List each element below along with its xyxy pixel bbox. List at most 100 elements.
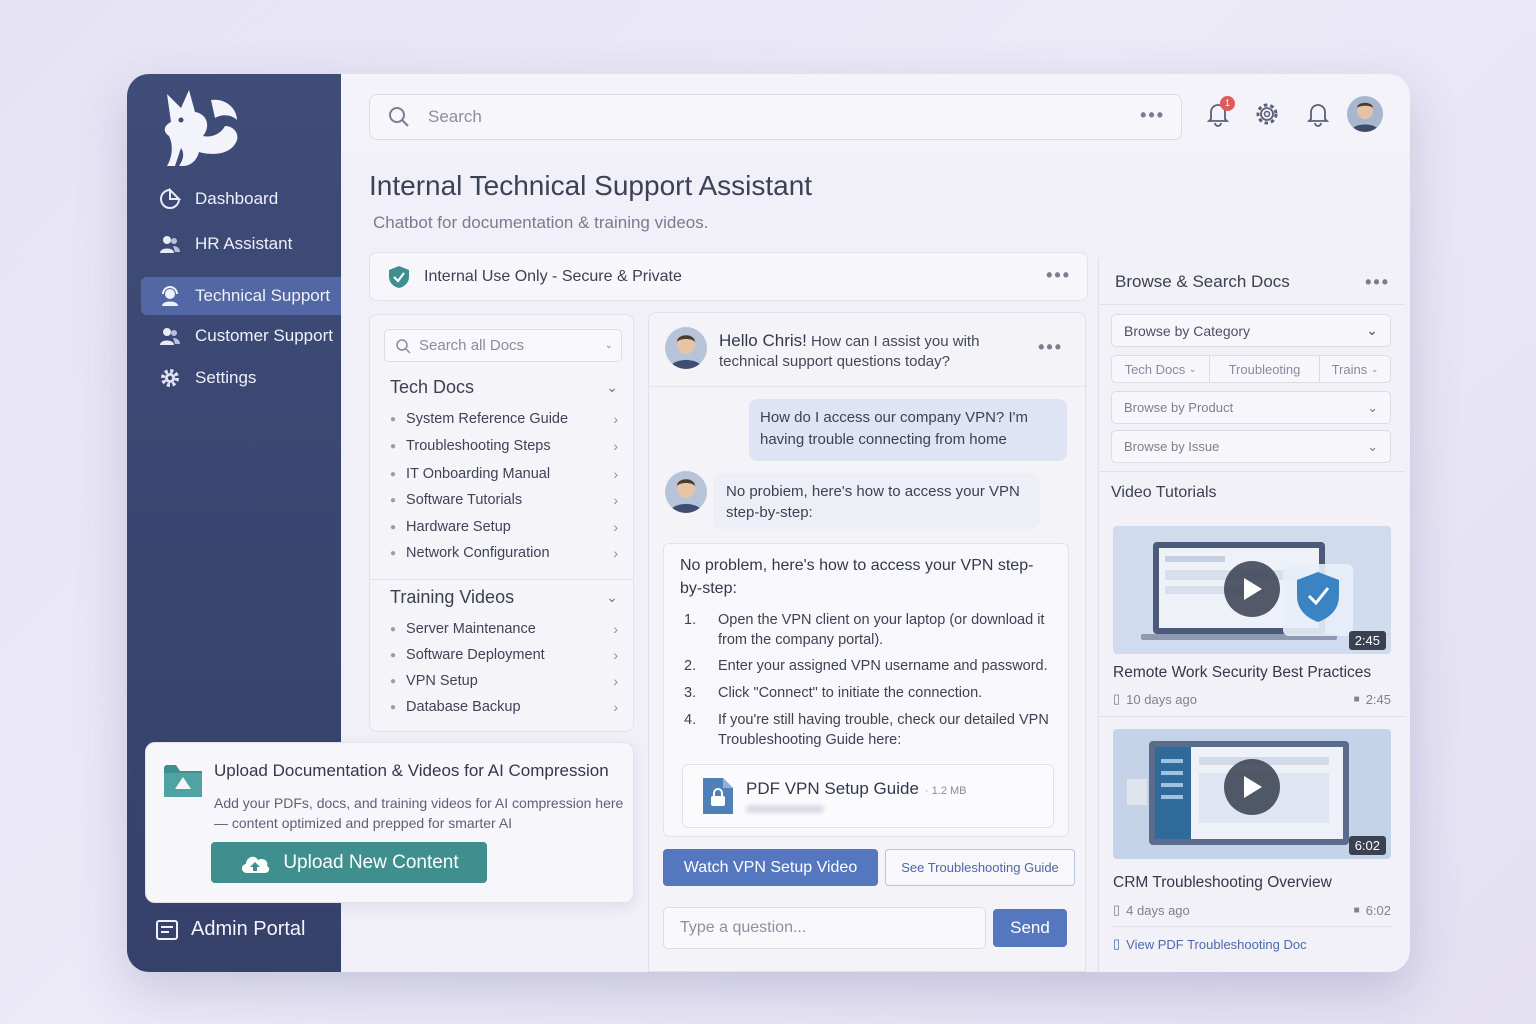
browse-product-select[interactable]: Browse by Product ⌄: [1111, 391, 1391, 424]
nav-settings[interactable]: Settings: [141, 359, 341, 397]
browse-title: Browse & Search Docs: [1115, 272, 1290, 291]
dashboard-icon: [159, 188, 181, 210]
folder-upload-icon: [164, 765, 202, 797]
more-options-icon[interactable]: •••: [1140, 105, 1165, 126]
user-message: How do I access our company VPN? I'm hav…: [749, 399, 1067, 461]
page-title: Internal Technical Support Assistant: [369, 170, 813, 201]
video-duration: 6:02: [1348, 836, 1386, 855]
nav-hr-assistant[interactable]: HR Assistant: [141, 225, 341, 263]
training-videos-title: Training Videos: [390, 587, 515, 607]
send-button[interactable]: Send: [993, 909, 1067, 947]
video-item[interactable]: ● Server Maintenance ›: [390, 621, 618, 637]
chevron-down-icon: ⌄: [604, 340, 613, 351]
alerts-button[interactable]: [1303, 99, 1333, 129]
page-subtitle: Chatbot for documentation & training vid…: [373, 213, 709, 232]
notifications-button[interactable]: 1: [1203, 96, 1235, 129]
chevron-right-icon: ›: [613, 699, 618, 715]
training-videos-header[interactable]: Training Videos ⌄: [390, 587, 618, 608]
more-options-icon[interactable]: •••: [1038, 337, 1063, 358]
browse-panel: Browse & Search Docs ••• Browse by Categ…: [1098, 258, 1405, 972]
chat-greeting: Hello Chris! How can I assist you with t…: [719, 331, 1029, 372]
nav-customer-support[interactable]: Customer Support: [141, 317, 341, 355]
nav-technical-support[interactable]: Technical Support: [141, 277, 341, 315]
chevron-right-icon: ›: [613, 545, 618, 561]
chevron-right-icon: ›: [613, 438, 618, 454]
admin-portal-link[interactable]: Admin Portal: [155, 918, 306, 941]
video-item[interactable]: ● VPN Setup ›: [390, 673, 618, 689]
answer-intro: No problem, here's how to access your VP…: [680, 557, 1034, 597]
troubleshooting-guide-button[interactable]: See Troubleshooting Guide: [885, 849, 1075, 886]
upload-button-label: Upload New Content: [283, 851, 459, 873]
global-search-input[interactable]: [428, 107, 1108, 127]
browse-issue-select[interactable]: Browse by Issue ⌄: [1111, 430, 1391, 463]
chat-header: Hello Chris! How can I assist you with t…: [649, 313, 1087, 387]
answer-card: No problem, here's how to access your VP…: [663, 543, 1069, 837]
video-thumbnail[interactable]: 2:45: [1113, 526, 1391, 654]
play-icon[interactable]: [1224, 759, 1280, 815]
watch-video-button[interactable]: Watch VPN Setup Video: [663, 849, 878, 886]
video-title[interactable]: CRM Troubleshooting Overview: [1113, 874, 1332, 892]
view-pdf-link[interactable]: ▯ View PDF Troubleshooting Doc: [1113, 936, 1307, 952]
chevron-down-icon: ⌄: [1366, 322, 1378, 338]
doc-item[interactable]: ● Network Configuration ›: [390, 545, 618, 561]
filter-troubleshooting[interactable]: Troubleoting: [1210, 356, 1320, 382]
chat-panel: Hello Chris! How can I assist you with t…: [648, 312, 1087, 972]
more-options-icon[interactable]: •••: [1365, 272, 1390, 293]
upload-card: Upload Documentation & Videos for AI Com…: [145, 742, 634, 903]
video-tutorials-heading: Video Tutorials: [1111, 484, 1217, 501]
video-icon: ■: [1353, 693, 1360, 705]
more-options-icon[interactable]: •••: [1046, 265, 1071, 286]
support-agent-icon: [159, 285, 181, 307]
pdf-name: PDF VPN Setup Guide: [746, 779, 919, 798]
nav-dashboard[interactable]: Dashboard: [141, 180, 341, 218]
admin-portal-icon: [156, 919, 178, 940]
search-icon: [396, 338, 411, 354]
play-icon[interactable]: [1224, 561, 1280, 617]
app-window: Dashboard HR Assistant Technical Support…: [127, 74, 1410, 972]
pdf-size: · 1.2 MB: [924, 785, 967, 797]
answer-step: 3. Click "Connect" to initiate the connec…: [684, 685, 983, 701]
assistant-avatar: [665, 327, 707, 369]
doc-item[interactable]: ● Software Tutorials ›: [390, 492, 618, 508]
video-item[interactable]: ● Database Backup ›: [390, 699, 618, 715]
chevron-right-icon: ›: [613, 466, 618, 482]
tech-docs-header[interactable]: Tech Docs ⌄: [390, 377, 618, 398]
notification-badge: 1: [1220, 96, 1235, 111]
doc-item[interactable]: ● System Reference Guide ›: [390, 411, 618, 427]
bell-icon: [1306, 104, 1330, 127]
docs-search-placeholder: Search all Docs: [419, 337, 525, 354]
users-icon: [159, 325, 181, 347]
settings-button[interactable]: [1252, 99, 1282, 129]
doc-item[interactable]: ● IT Onboarding Manual ›: [390, 466, 618, 482]
chevron-down-icon: ⌄: [606, 589, 618, 605]
filter-tech-docs[interactable]: Tech Docs ⌄: [1112, 356, 1210, 382]
video-title[interactable]: Remote Work Security Best Practices: [1113, 664, 1371, 682]
shield-check-icon: [389, 265, 409, 288]
browse-category-select[interactable]: Browse by Category ⌄: [1111, 314, 1391, 347]
bot-message: No probiem, here's how to access your VP…: [713, 473, 1040, 529]
filter-trains[interactable]: Trains ⌄: [1320, 356, 1390, 382]
chevron-right-icon: ›: [613, 647, 618, 663]
docs-search[interactable]: Search all Docs ⌄: [384, 329, 622, 362]
video-meta: ▯ 4 days ago ■ 6:02: [1113, 902, 1391, 918]
pdf-attachment[interactable]: PDF VPN Setup Guide · 1.2 MB: [682, 764, 1054, 828]
user-avatar[interactable]: [1347, 96, 1383, 132]
doc-item[interactable]: ● Hardware Setup ›: [390, 519, 618, 535]
docs-panel: Search all Docs ⌄ Tech Docs ⌄ ● System Re…: [369, 314, 634, 732]
pdf-meta-placeholder: [746, 805, 824, 813]
divider: [1099, 471, 1405, 472]
divider: [1099, 304, 1405, 305]
divider: [1111, 926, 1393, 927]
secure-banner: Internal Use Only - Secure & Private •••: [369, 252, 1088, 301]
upload-new-content-button[interactable]: Upload New Content: [211, 842, 487, 883]
chevron-down-icon: ⌄: [1367, 399, 1378, 415]
secure-banner-label: Internal Use Only - Secure & Private: [424, 267, 682, 285]
video-item[interactable]: ● Software Deployment ›: [390, 647, 618, 663]
video-thumbnail[interactable]: 6:02: [1113, 729, 1391, 859]
nav-customer-support-label: Customer Support: [195, 326, 333, 345]
assistant-avatar: [665, 471, 707, 513]
top-bar: ••• 1: [341, 74, 1410, 152]
divider: [370, 579, 633, 580]
doc-item[interactable]: ● Troubleshooting Steps ›: [390, 438, 618, 454]
question-input[interactable]: [663, 907, 986, 949]
